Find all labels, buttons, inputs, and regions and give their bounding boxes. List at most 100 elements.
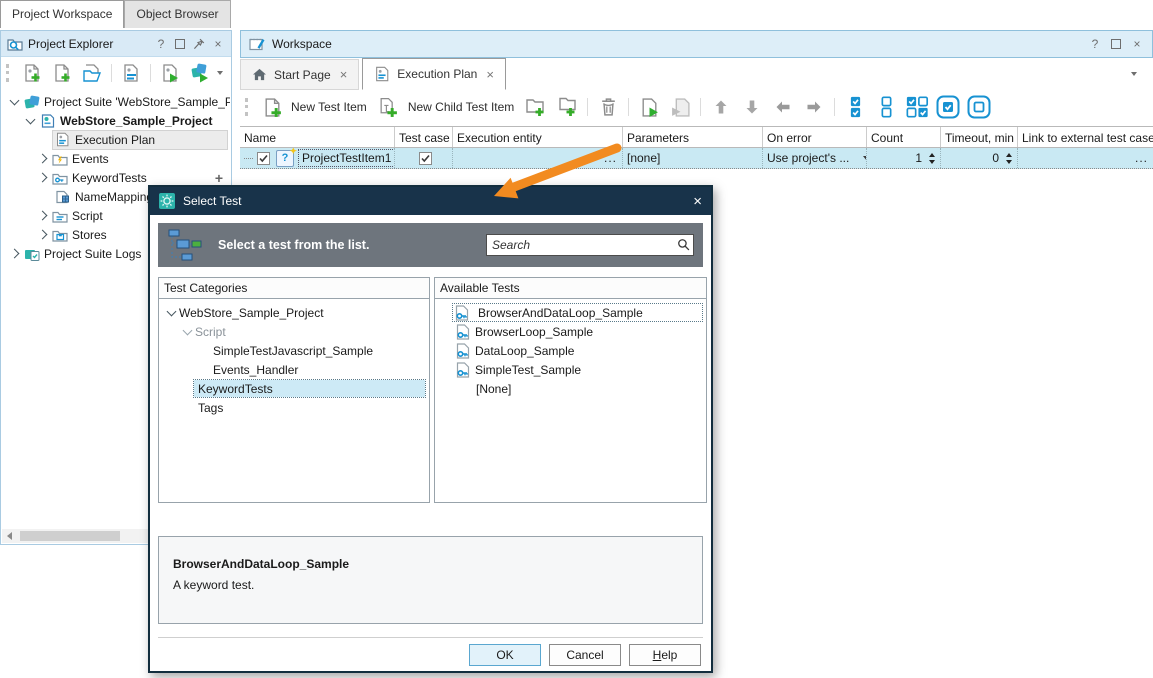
table-row[interactable]: ? ✦ ProjectTestItem1 ... [none] Use proje… bbox=[240, 148, 1153, 169]
chevron-right-icon[interactable] bbox=[35, 172, 50, 183]
chevron-down-icon[interactable] bbox=[164, 306, 179, 316]
parameters-cell[interactable]: [none] bbox=[623, 148, 763, 168]
column-header-count[interactable]: Count bbox=[867, 127, 941, 147]
move-left-button[interactable] bbox=[770, 94, 796, 120]
tab-project-workspace[interactable]: Project Workspace bbox=[0, 0, 125, 28]
test-item[interactable]: BrowserLoop_Sample bbox=[435, 322, 706, 341]
category-item[interactable]: Tags bbox=[159, 398, 429, 417]
category-item[interactable]: Events_Handler bbox=[159, 360, 429, 379]
test-item[interactable]: DataLoop_Sample bbox=[435, 341, 706, 360]
browse-ellipsis-button[interactable]: ... bbox=[604, 151, 617, 165]
timeout-spinner[interactable] bbox=[1006, 152, 1012, 164]
on-error-cell[interactable]: Use project's ... bbox=[763, 148, 867, 168]
chevron-down-icon[interactable] bbox=[23, 114, 38, 124]
toolbar-grip[interactable] bbox=[6, 64, 12, 82]
close-icon[interactable]: × bbox=[340, 67, 348, 82]
tab-object-browser[interactable]: Object Browser bbox=[124, 0, 231, 28]
execution-entity-cell[interactable]: ... bbox=[453, 148, 623, 168]
chevron-right-icon[interactable] bbox=[7, 248, 22, 259]
tab-execution-plan[interactable]: Execution Plan × bbox=[362, 58, 506, 90]
chevron-down-icon[interactable] bbox=[217, 71, 223, 75]
column-header-timeout[interactable]: Timeout, min bbox=[941, 127, 1018, 147]
run-project-button[interactable] bbox=[157, 60, 183, 86]
new-test-item-button[interactable] bbox=[259, 94, 285, 120]
link-cell[interactable]: ... bbox=[1018, 148, 1153, 168]
tree-item-events[interactable]: Events bbox=[2, 149, 230, 168]
new-child-test-item-button[interactable] bbox=[376, 94, 402, 120]
test-item-selected[interactable]: BrowserAndDataLoop_Sample bbox=[435, 303, 706, 322]
toolbar-grip[interactable] bbox=[245, 98, 251, 116]
new-test-item-label[interactable]: New Test Item bbox=[291, 100, 367, 114]
row-checkbox-checked[interactable] bbox=[257, 151, 270, 165]
maximize-icon[interactable] bbox=[1109, 37, 1123, 51]
scrollbar-thumb[interactable] bbox=[20, 531, 120, 541]
uncheck-all-button[interactable] bbox=[873, 94, 899, 120]
chevron-right-icon[interactable] bbox=[35, 229, 50, 240]
delete-button[interactable] bbox=[595, 94, 621, 120]
test-item-name[interactable]: ProjectTestItem1 bbox=[297, 149, 394, 167]
check-all-button[interactable] bbox=[842, 94, 868, 120]
count-spinner[interactable] bbox=[929, 152, 935, 164]
search-input[interactable] bbox=[486, 234, 694, 256]
timeout-cell[interactable]: 0 bbox=[941, 148, 1018, 168]
close-icon[interactable]: × bbox=[1130, 37, 1144, 51]
move-down-button[interactable] bbox=[739, 94, 765, 120]
column-header-link[interactable]: Link to external test case bbox=[1018, 127, 1153, 147]
add-existing-item-button[interactable] bbox=[79, 60, 105, 86]
new-child-group-button[interactable] bbox=[554, 94, 580, 120]
ok-button[interactable]: OK bbox=[469, 644, 541, 666]
name-cell[interactable]: ? ✦ ProjectTestItem1 bbox=[240, 148, 395, 168]
search-box[interactable] bbox=[486, 234, 694, 256]
column-header-test-case[interactable]: Test case bbox=[395, 127, 453, 147]
run-selected-button[interactable] bbox=[636, 94, 662, 120]
chevron-right-icon[interactable] bbox=[35, 153, 50, 164]
category-item[interactable]: Script bbox=[159, 322, 429, 341]
run-project-suite-button[interactable] bbox=[187, 60, 213, 86]
run-focused-button-disabled[interactable] bbox=[667, 94, 693, 120]
category-item[interactable]: WebStore_Sample_Project bbox=[159, 303, 429, 322]
maximize-icon[interactable] bbox=[173, 37, 187, 51]
new-child-test-item-label[interactable]: New Child Test Item bbox=[408, 100, 514, 114]
add-new-item-button[interactable] bbox=[49, 60, 75, 86]
add-icon[interactable]: + bbox=[215, 170, 223, 186]
column-header-execution-entity[interactable]: Execution entity bbox=[453, 127, 623, 147]
tree-item-execution-plan[interactable]: Execution Plan bbox=[2, 129, 230, 150]
invert-checks-button[interactable] bbox=[904, 94, 930, 120]
close-icon[interactable]: × bbox=[693, 194, 702, 209]
tab-start-page[interactable]: Start Page × bbox=[240, 59, 360, 90]
chevron-down-icon[interactable] bbox=[180, 325, 195, 335]
category-item[interactable]: SimpleTestJavascript_Sample bbox=[159, 341, 429, 360]
tree-item-project-suite[interactable]: Project Suite 'WebStore_Sample_Project' bbox=[2, 92, 230, 111]
organize-tests-button[interactable] bbox=[118, 60, 144, 86]
move-up-button[interactable] bbox=[708, 94, 734, 120]
test-item-none[interactable]: [None] bbox=[435, 379, 706, 398]
close-icon[interactable]: × bbox=[211, 37, 225, 51]
test-item[interactable]: SimpleTest_Sample bbox=[435, 360, 706, 379]
search-icon[interactable] bbox=[677, 238, 690, 251]
tree-item-project[interactable]: WebStore_Sample_Project bbox=[2, 111, 230, 130]
help-button[interactable]: Help bbox=[629, 644, 701, 666]
test-case-checkbox-checked[interactable] bbox=[419, 151, 432, 165]
chevron-down-icon[interactable] bbox=[7, 95, 22, 105]
pin-icon[interactable] bbox=[192, 37, 206, 51]
column-header-on-error[interactable]: On error bbox=[763, 127, 867, 147]
help-icon[interactable]: ? bbox=[154, 37, 168, 51]
test-case-cell[interactable] bbox=[395, 148, 453, 168]
browse-ellipsis-button[interactable]: ... bbox=[1135, 151, 1148, 165]
scroll-left-icon[interactable] bbox=[7, 532, 12, 540]
column-header-name[interactable]: Name bbox=[240, 127, 395, 147]
close-icon[interactable]: × bbox=[486, 67, 494, 82]
uncheck-selected-button[interactable] bbox=[966, 94, 992, 120]
category-item-selected[interactable]: KeywordTests bbox=[159, 379, 429, 398]
column-header-parameters[interactable]: Parameters bbox=[623, 127, 763, 147]
check-selected-button[interactable] bbox=[935, 94, 961, 120]
cancel-button[interactable]: Cancel bbox=[549, 644, 621, 666]
new-group-button[interactable] bbox=[523, 94, 549, 120]
add-new-project-button[interactable] bbox=[19, 60, 45, 86]
chevron-right-icon[interactable] bbox=[35, 210, 50, 221]
tab-list-chevron-icon[interactable] bbox=[1131, 72, 1137, 76]
move-right-button[interactable] bbox=[801, 94, 827, 120]
dialog-title-bar[interactable]: Select Test × bbox=[150, 187, 711, 215]
count-cell[interactable]: 1 bbox=[867, 148, 941, 168]
help-icon[interactable]: ? bbox=[1088, 37, 1102, 51]
